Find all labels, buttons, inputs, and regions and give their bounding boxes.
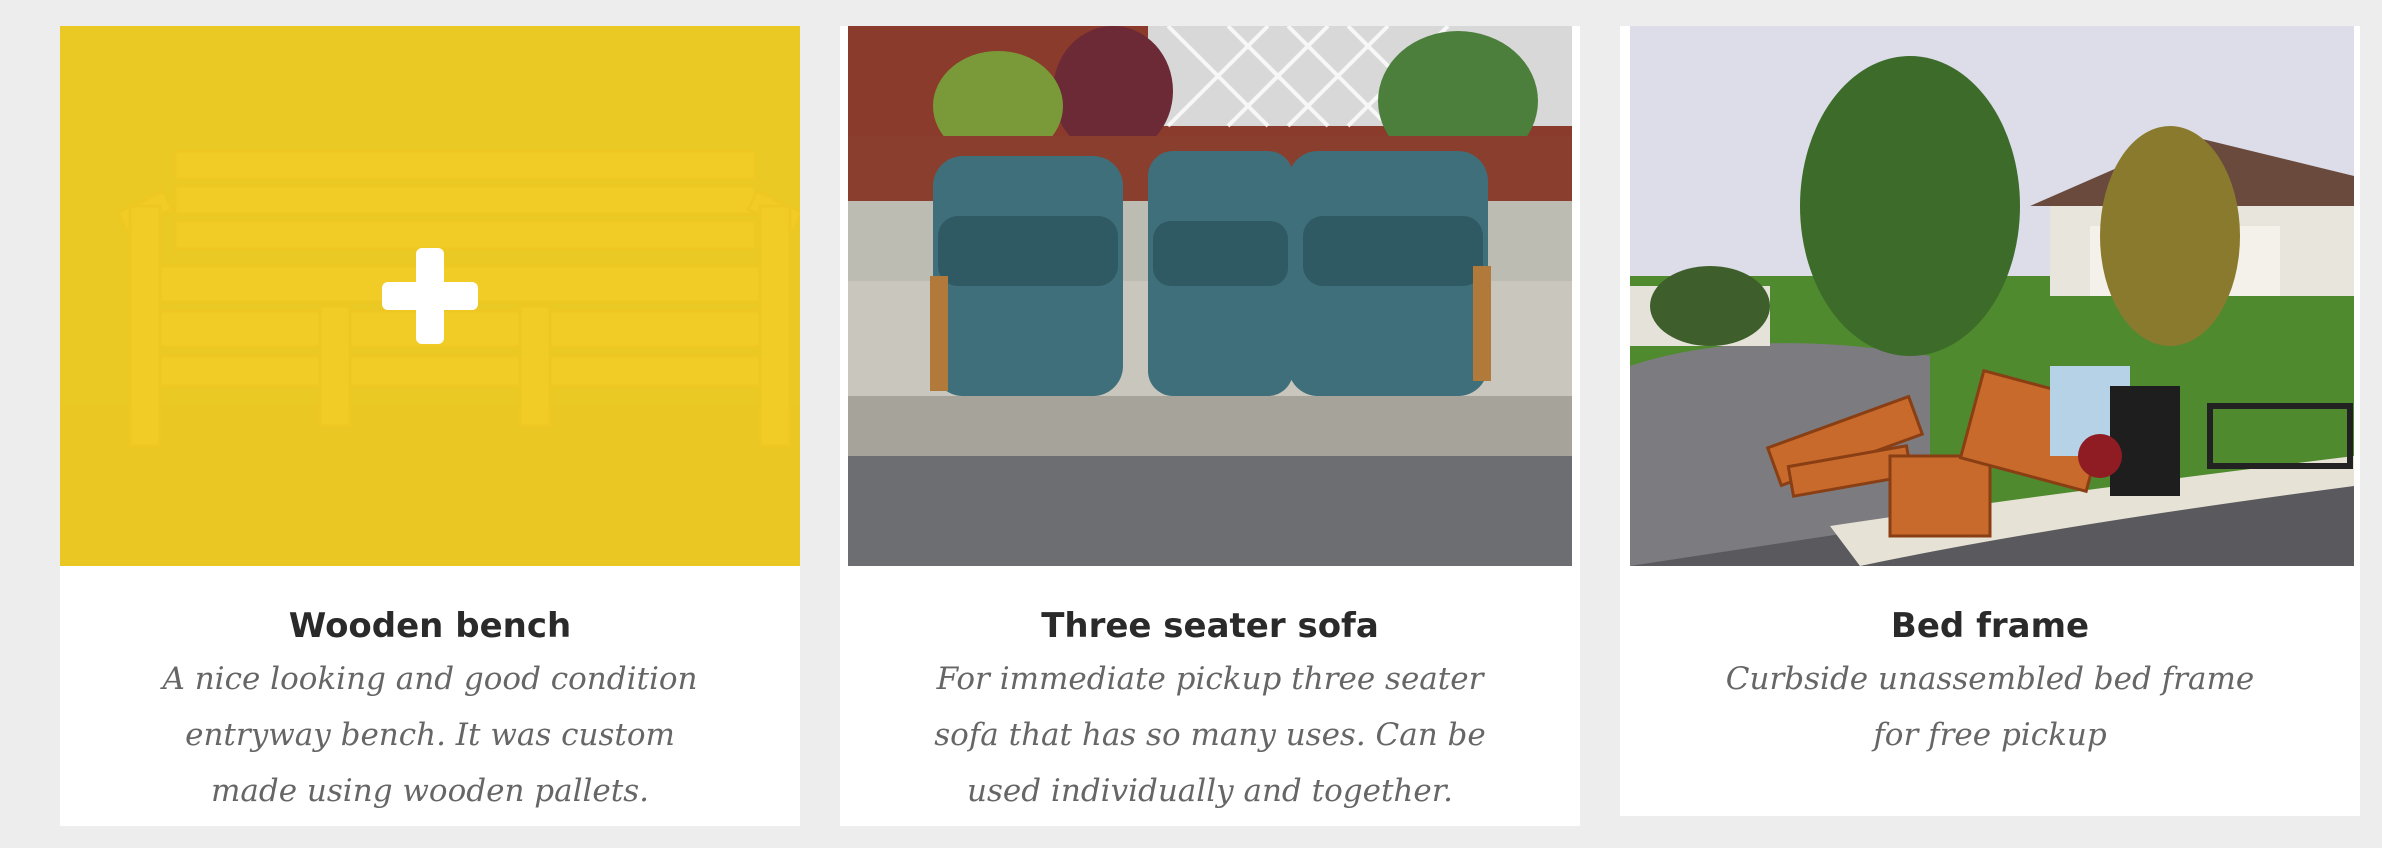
listing-card-three-seater-sofa[interactable]: Three seater sofa For immediate pickup t… [840,26,1580,826]
listing-title: Wooden bench [288,606,572,646]
blue-recliner-sofa-photo [848,26,1572,566]
listing-title: Three seater sofa [1041,606,1379,646]
curbside-bed-frame-photo [1630,26,2354,566]
listing-image-wooden-bench[interactable] [60,26,800,566]
listing-image-bed-frame[interactable] [1630,26,2354,566]
listing-card-bed-frame[interactable]: Bed frame Curbside unassembled bed frame… [1620,26,2360,816]
listing-image-three-seater-sofa[interactable] [848,26,1572,566]
listing-description: Curbside unassembled bed frame for free … [1725,661,2255,753]
listing-title: Bed frame [1890,606,2090,646]
listing-description: A nice looking and good condition entryw… [162,661,698,809]
listing-description: For immediate pickup three seater sofa t… [934,661,1486,809]
plus-icon[interactable] [382,248,478,344]
listing-card-wooden-bench[interactable]: Wooden bench A nice looking and good con… [60,26,800,826]
